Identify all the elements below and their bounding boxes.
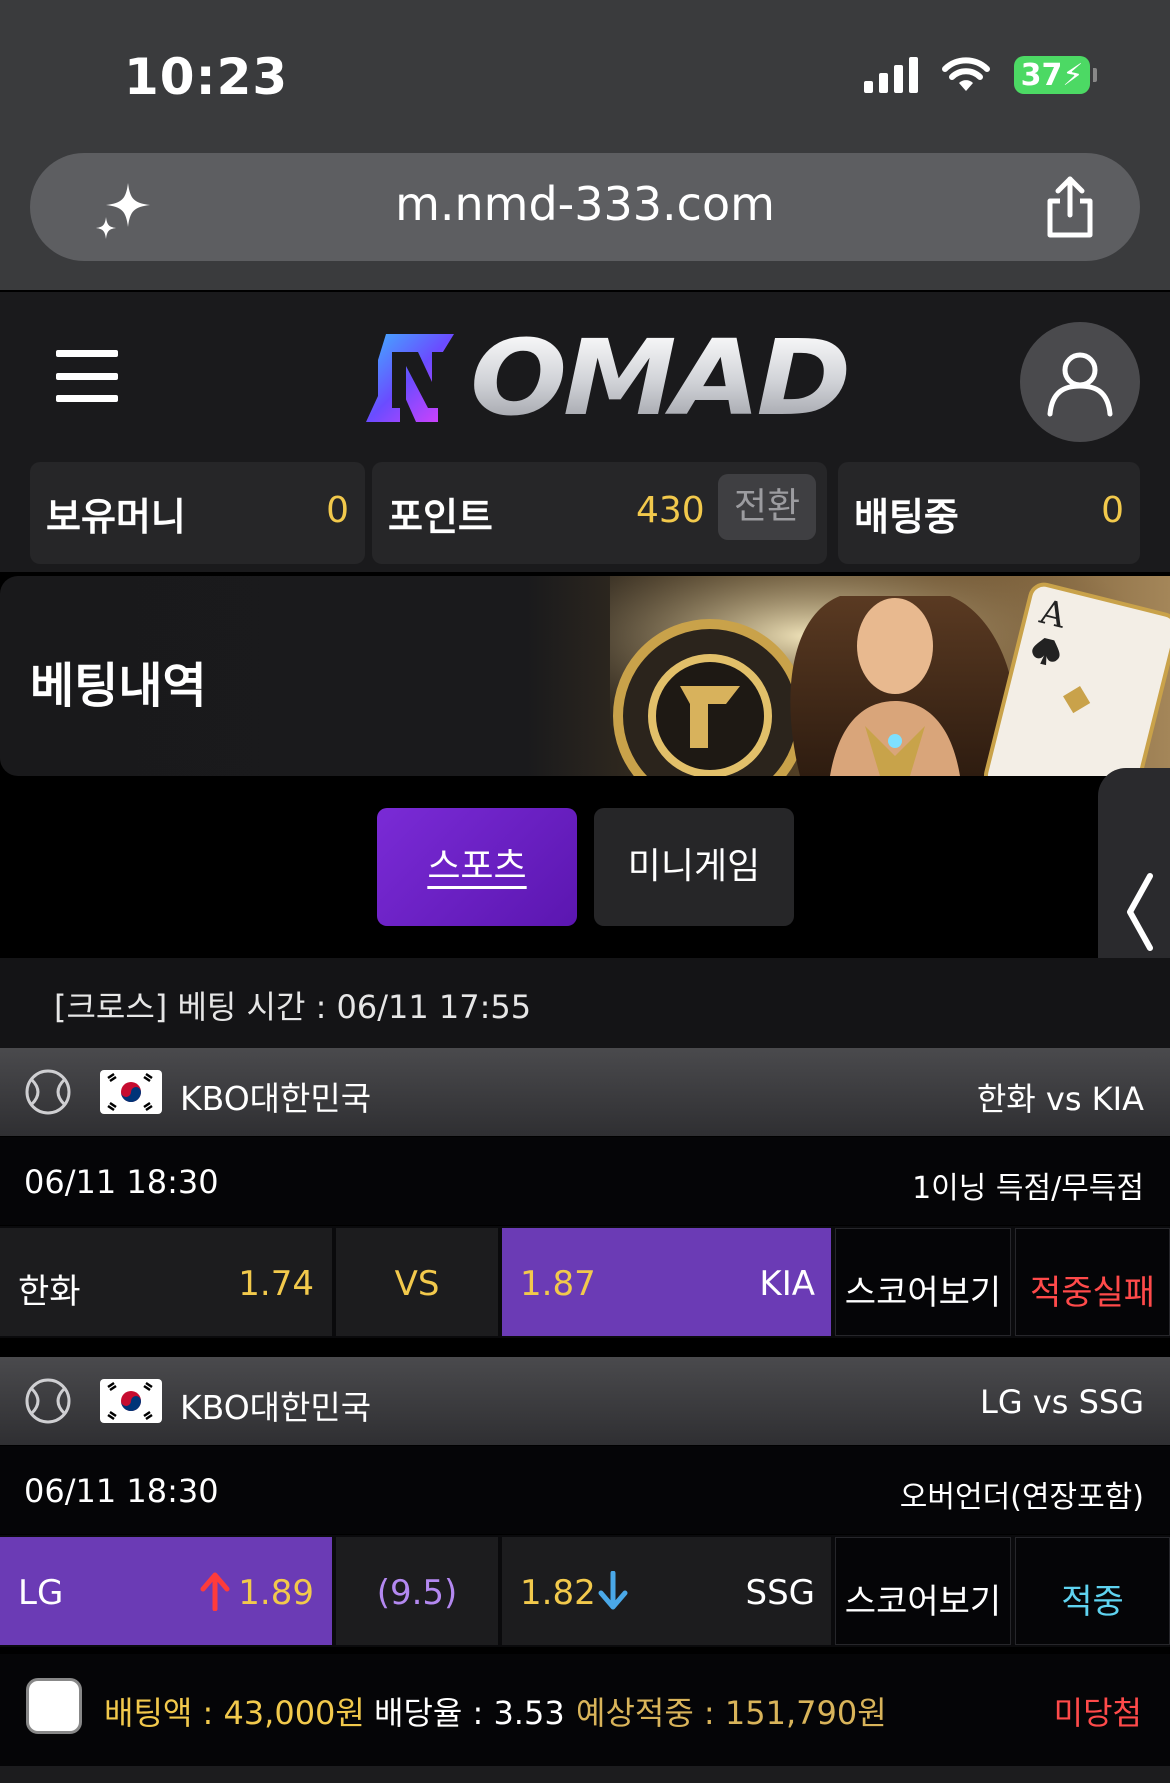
bet-status: 미당첨 — [1053, 1694, 1142, 1732]
odds-rate: 배당율 : 3.53 — [374, 1694, 565, 1732]
user-icon — [1047, 352, 1113, 417]
odds-row: 한화 1.74 VS 1.87 KIA 스코어보기 적중실패 — [0, 1226, 1170, 1338]
url-text[interactable]: m.nmd-333.com — [30, 177, 1140, 231]
app-header: OMAD — [0, 292, 1170, 462]
result-cell: 적중실패 — [1015, 1228, 1170, 1336]
home-odds: 1.74 — [238, 1264, 314, 1304]
money-label: 보유머니 — [46, 495, 186, 539]
bet-amount: 배팅액 : 43,000원 — [104, 1694, 365, 1732]
match-date: 06/11 18:30 — [24, 1163, 219, 1201]
away-odds-cell[interactable]: 1.87 KIA — [502, 1228, 831, 1336]
point-label: 포인트 — [388, 495, 493, 539]
signal-icon — [864, 57, 918, 93]
tab-minigame[interactable]: 미니게임 — [594, 808, 794, 926]
balance-row: 보유머니 0 포인트 430 전환 배팅중 0 — [0, 462, 1170, 572]
home-odds-cell[interactable]: 한화 1.74 — [0, 1228, 332, 1336]
over-odds-cell[interactable]: LG 1.89 — [0, 1537, 332, 1645]
wifi-icon — [942, 57, 990, 91]
nomad-logo[interactable]: OMAD — [358, 326, 851, 430]
share-icon[interactable] — [1042, 175, 1098, 239]
score-view-button[interactable]: 스코어보기 — [835, 1537, 1011, 1645]
page-banner: 베팅내역 A — [0, 576, 1170, 776]
chevron-left-icon — [1127, 873, 1153, 951]
match-info: 06/11 18:30 오버언더(연장포함) — [0, 1446, 1170, 1534]
battery-icon: 37 ⚡ — [1014, 56, 1097, 94]
score-view-label: 스코어보기 — [844, 1273, 1002, 1313]
tab-sports[interactable]: 스포츠 — [377, 808, 577, 926]
expected-win: 예상적중 : 151,790원 — [576, 1694, 887, 1732]
match-name: 한화 vs KIA — [976, 1080, 1144, 1118]
arrow-up-icon — [200, 1572, 230, 1611]
away-team: SSG — [745, 1573, 815, 1613]
point-value: 430 — [636, 490, 705, 531]
user-account-button[interactable] — [1020, 322, 1140, 442]
page-title: 베팅내역 — [30, 658, 207, 714]
away-odds: 1.87 — [520, 1264, 596, 1304]
result-label: 적중 — [1061, 1582, 1124, 1622]
baseball-icon — [25, 1378, 71, 1424]
bet-time: [크로스] 베팅 시간 : 06/11 17:55 — [54, 988, 532, 1026]
money-value: 0 — [326, 490, 349, 531]
league-name: KBO대한민국 — [180, 1079, 372, 1118]
select-checkbox[interactable] — [26, 1678, 82, 1734]
browser-chrome: 10:23 37 ⚡ m.nmd-333.com — [0, 0, 1170, 290]
url-bar[interactable]: m.nmd-333.com — [30, 153, 1140, 261]
score-view-button[interactable]: 스코어보기 — [835, 1228, 1011, 1336]
bet-time-row: [크로스] 베팅 시간 : 06/11 17:55 — [0, 958, 1170, 1048]
betting-label: 배팅중 — [854, 495, 959, 539]
status-time: 10:23 — [124, 48, 289, 106]
market-name: 1이닝 득점/무득점 — [912, 1171, 1144, 1206]
over-odds: 1.89 — [238, 1573, 314, 1613]
logo-text: OMAD — [470, 317, 851, 439]
under-odds: 1.82 — [520, 1573, 596, 1613]
convert-button[interactable]: 전환 — [718, 474, 816, 540]
home-team: 한화 — [18, 1272, 81, 1312]
vs-label: VS — [394, 1264, 440, 1304]
betting-value: 0 — [1101, 490, 1124, 531]
home-team: LG — [18, 1573, 64, 1613]
logo-n-mark — [366, 334, 454, 422]
score-view-label: 스코어보기 — [844, 1582, 1002, 1622]
hamburger-menu-icon[interactable] — [56, 350, 118, 402]
market-name: 오버언더(연장포함) — [899, 1480, 1144, 1515]
korea-flag-icon — [100, 1070, 162, 1114]
casino-banner-image: A — [610, 576, 1170, 776]
away-team: KIA — [759, 1264, 815, 1304]
arrow-down-icon — [598, 1571, 628, 1610]
odds-row: LG 1.89 (9.5) 1.82 SSG 스코어보기 적중 — [0, 1535, 1170, 1647]
under-odds-cell[interactable]: 1.82 SSG — [502, 1537, 831, 1645]
baseball-icon — [25, 1069, 71, 1115]
league-bar: KBO대한민국 LG vs SSG — [0, 1357, 1170, 1445]
point-box: 포인트 430 전환 — [372, 462, 827, 564]
next-item-edge — [0, 1766, 1170, 1783]
korea-flag-icon — [100, 1379, 162, 1423]
bet-summary-row: 배팅액 : 43,000원 배당율 : 3.53 예상적중 : 151,790원… — [0, 1654, 1170, 1766]
match-date: 06/11 18:30 — [24, 1472, 219, 1510]
status-icons: 37 ⚡ — [864, 56, 1097, 94]
money-box: 보유머니 0 — [30, 462, 365, 564]
line-cell[interactable]: (9.5) — [336, 1537, 498, 1645]
match-info: 06/11 18:30 1이닝 득점/무득점 — [0, 1137, 1170, 1225]
result-label: 적중실패 — [1029, 1273, 1156, 1313]
betting-box: 배팅중 0 — [838, 462, 1140, 564]
league-name: KBO대한민국 — [180, 1388, 372, 1427]
match-name: LG vs SSG — [980, 1383, 1144, 1421]
result-cell: 적중 — [1015, 1537, 1170, 1645]
draw-cell[interactable]: VS — [336, 1228, 498, 1336]
league-bar: KBO대한민국 한화 vs KIA — [0, 1048, 1170, 1136]
line-value: (9.5) — [376, 1573, 458, 1613]
